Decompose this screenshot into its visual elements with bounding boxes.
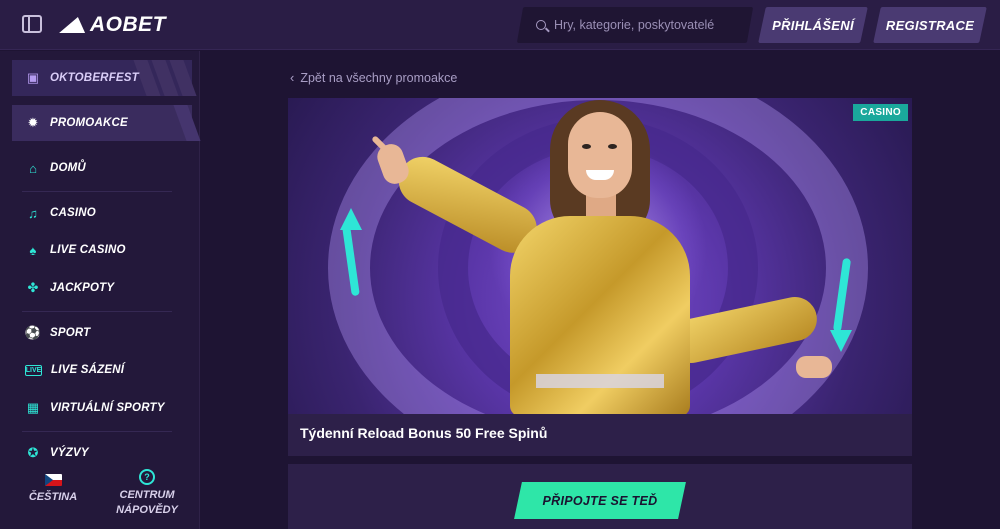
login-button-label: PŘIHLÁŠENÍ (772, 17, 854, 33)
sidebar-item-label: SPORT (50, 327, 91, 339)
czech-flag-icon (44, 474, 62, 486)
sidebar-item-oktoberfest[interactable]: ▣ OKTOBERFEST (12, 60, 197, 96)
sidebar-divider (22, 311, 172, 312)
promo-title: Týdenní Reload Bonus 50 Free Spinů (300, 425, 548, 441)
virtual-sport-icon: ▦ (26, 400, 40, 415)
music-note-icon: ♫ (28, 205, 38, 221)
sidebar-item-sport[interactable]: ⚽ SPORT (12, 315, 192, 351)
login-button[interactable]: PŘIHLÁŠENÍ (758, 7, 868, 43)
logo-text: AOBET (90, 13, 166, 36)
search-icon (536, 20, 546, 30)
sidebar-item-label: VIRTUÁLNÍ SPORTY (50, 402, 165, 414)
sidebar-item-live-casino[interactable]: ♠ LIVE CASINO (12, 232, 192, 268)
help-label-line2: NÁPOVĚDY (116, 504, 178, 516)
back-to-promotions-link[interactable]: ‹ Zpět na všechny promoakce (290, 70, 457, 85)
home-icon: ⌂ (29, 160, 37, 176)
medal-icon: ✪ (27, 445, 39, 460)
site-logo[interactable]: AOBET (59, 12, 166, 38)
back-link-label: Zpět na všechny promoakce (300, 70, 458, 85)
sidebar: ▣ OKTOBERFEST ✹ PROMOAKCE ⌂ DOMŮ ♫ CASIN… (0, 51, 201, 529)
sport-ball-icon: ⚽ (24, 325, 42, 340)
sidebar-item-casino[interactable]: ♫ CASINO (12, 195, 192, 231)
sidebar-item-label: VÝZVY (50, 447, 89, 459)
search-input[interactable] (554, 18, 744, 32)
arrow-up-icon (340, 208, 362, 230)
percent-badge-icon: ✹ (27, 115, 39, 130)
sidebar-item-label: JACKPOTY (50, 282, 115, 294)
register-button[interactable]: REGISTRACE (873, 7, 987, 43)
sidebar-item-domu[interactable]: ⌂ DOMŮ (12, 150, 192, 186)
language-selector[interactable]: ČEŠTINA (22, 474, 84, 505)
search-wrapper (520, 7, 750, 43)
sidebar-item-label: DOMŮ (50, 162, 86, 174)
help-center-link[interactable]: ? CENTRUM NÁPOVĚDY (108, 469, 186, 518)
chevron-left-icon: ‹ (290, 70, 295, 85)
sidebar-divider (22, 191, 172, 192)
promo-card[interactable]: CASINO Týdenní Reload Bonus 50 Free Spin… (288, 98, 912, 456)
help-question-icon: ? (139, 469, 155, 485)
live-badge-icon: LIVE (25, 364, 42, 376)
register-button-label: REGISTRACE (885, 17, 975, 33)
cards-icon: ♠ (29, 242, 37, 258)
category-tag: CASINO (853, 104, 908, 121)
join-now-button[interactable]: PŘIPOJTE SE TEĎ (514, 482, 686, 519)
sidebar-item-promoakce[interactable]: ✹ PROMOAKCE (12, 105, 201, 141)
sidebar-item-label: LIVE CASINO (50, 244, 126, 256)
sidebar-item-jackpoty[interactable]: ✤ JACKPOTY (12, 270, 192, 306)
sidebar-toggle-icon[interactable] (22, 15, 42, 33)
sidebar-item-label: CASINO (50, 207, 96, 219)
sidebar-item-label: LIVE SÁZENÍ (51, 364, 125, 376)
sidebar-item-label: OKTOBERFEST (50, 72, 139, 84)
sidebar-item-live-sazeni[interactable]: LIVE LIVE SÁZENÍ (12, 352, 192, 388)
sidebar-divider (22, 431, 172, 432)
top-header: AOBET PŘIHLÁŠENÍ REGISTRACE (0, 0, 1000, 50)
arrow-down-icon (830, 330, 852, 352)
sidebar-item-virtualni-sporty[interactable]: ▦ VIRTUÁLNÍ SPORTY (12, 390, 192, 426)
help-label-line1: CENTRUM (119, 489, 175, 501)
logo-mark-icon (59, 17, 91, 33)
clover-icon: ✤ (27, 280, 39, 295)
beer-mug-icon: ▣ (26, 70, 40, 85)
sidebar-item-label: PROMOAKCE (50, 117, 128, 129)
join-now-label: PŘIPOJTE SE TEĎ (542, 493, 658, 508)
language-label: ČEŠTINA (28, 491, 78, 503)
sidebar-item-vyzvy[interactable]: ✪ VÝZVY (12, 435, 192, 471)
promo-banner-image: CASINO (288, 98, 912, 414)
